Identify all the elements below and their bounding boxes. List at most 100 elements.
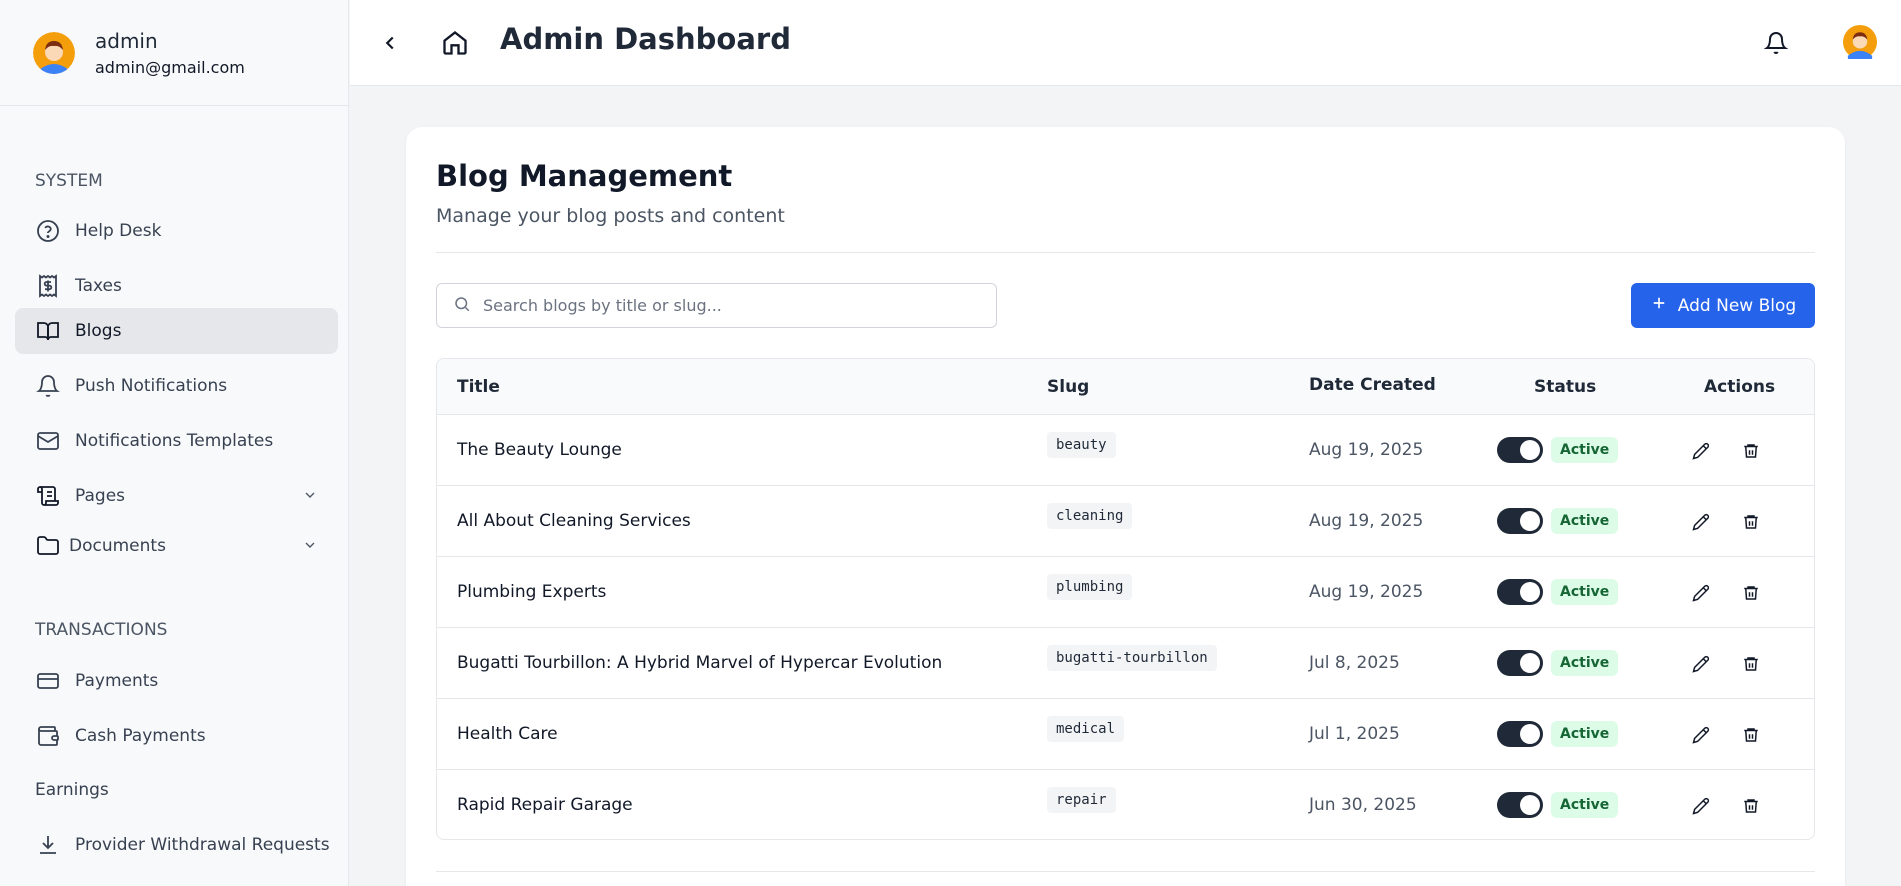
search-box[interactable] xyxy=(436,283,997,328)
edit-button[interactable] xyxy=(1689,652,1713,676)
chevron-left-icon xyxy=(385,36,394,50)
delete-button[interactable] xyxy=(1739,510,1763,534)
sidebar-item-label: Payments xyxy=(75,671,159,691)
blogs-table: Title Slug Date Created Status Actions T… xyxy=(436,358,1815,840)
add-new-blog-label: Add New Blog xyxy=(1677,295,1797,316)
status-toggle[interactable] xyxy=(1497,579,1543,605)
edit-button[interactable] xyxy=(1689,723,1713,747)
sidebar-item-label: Push Notifications xyxy=(75,376,228,396)
trash-icon xyxy=(1744,728,1758,742)
toggle-knob xyxy=(1520,724,1540,744)
pencil-icon xyxy=(1692,584,1710,602)
delete-button[interactable] xyxy=(1739,723,1763,747)
notifications-button[interactable] xyxy=(1761,28,1791,58)
bell-icon xyxy=(35,373,61,399)
delete-button[interactable] xyxy=(1739,794,1763,818)
add-new-blog-button[interactable]: Add New Blog xyxy=(1631,283,1815,328)
toggle-knob xyxy=(1520,582,1540,602)
table-row: Bugatti Tourbillon: A Hybrid Marvel of H… xyxy=(437,628,1814,699)
table-row: Rapid Repair Garage repair Jun 30, 2025 … xyxy=(437,770,1814,839)
column-header-date-created: Date Created xyxy=(1309,375,1436,395)
blog-date-created: Jul 8, 2025 xyxy=(1309,653,1400,673)
sidebar-item-label: Cash Payments xyxy=(75,726,206,746)
divider xyxy=(436,252,1815,253)
blog-slug: plumbing xyxy=(1047,574,1133,600)
trash-icon xyxy=(1744,657,1758,671)
edit-button[interactable] xyxy=(1689,439,1713,463)
status-toggle[interactable] xyxy=(1497,650,1543,676)
status-badge: Active xyxy=(1551,437,1619,463)
blog-title: Plumbing Experts xyxy=(457,582,607,602)
sidebar-item-earnings[interactable]: Earnings xyxy=(35,780,109,800)
page-title: Admin Dashboard xyxy=(500,22,791,56)
table-row: Health Care medical Jul 1, 2025 Active xyxy=(437,699,1814,770)
receipt-dollar-icon xyxy=(35,273,61,299)
table-row: All About Cleaning Services cleaning Aug… xyxy=(437,486,1814,557)
sidebar-item-label: Pages xyxy=(75,486,126,506)
table-header: Title Slug Date Created Status Actions xyxy=(437,359,1814,415)
blog-slug: bugatti-tourbillon xyxy=(1047,645,1217,671)
sidebar-item-provider-withdrawal-requests[interactable]: Provider Withdrawal Requests xyxy=(15,822,338,868)
delete-button[interactable] xyxy=(1739,439,1763,463)
status-toggle[interactable] xyxy=(1497,792,1543,818)
blog-title: Rapid Repair Garage xyxy=(457,795,633,815)
status-toggle[interactable] xyxy=(1497,437,1543,463)
column-header-actions: Actions xyxy=(1704,377,1776,397)
card-title: Blog Management xyxy=(436,159,733,193)
plus-icon xyxy=(1650,294,1668,317)
toggle-knob xyxy=(1520,795,1540,815)
sidebar-item-label: Provider Withdrawal Requests xyxy=(75,835,330,855)
user-profile[interactable]: admin admin@gmail.com xyxy=(0,0,348,106)
blog-date-created: Jul 1, 2025 xyxy=(1309,724,1400,744)
pencil-icon xyxy=(1692,726,1710,744)
edit-button[interactable] xyxy=(1689,794,1713,818)
sidebar: admin admin@gmail.com SYSTEM Help Desk T… xyxy=(0,0,349,886)
status-badge: Active xyxy=(1551,508,1619,534)
blog-management-card: Blog Management Manage your blog posts a… xyxy=(406,127,1845,886)
toggle-knob xyxy=(1520,511,1540,531)
mail-icon xyxy=(35,428,61,454)
pencil-icon xyxy=(1692,442,1710,460)
section-title-system: SYSTEM xyxy=(35,171,103,191)
sidebar-item-pages[interactable]: Pages xyxy=(15,473,338,519)
download-icon xyxy=(35,832,61,858)
trash-icon xyxy=(1744,799,1758,813)
back-button[interactable] xyxy=(376,29,404,57)
sidebar-item-taxes[interactable]: Taxes xyxy=(15,263,338,309)
blog-title: All About Cleaning Services xyxy=(457,511,691,531)
status-badge: Active xyxy=(1551,650,1619,676)
user-name: admin xyxy=(95,29,158,53)
sidebar-item-push-notifications[interactable]: Push Notifications xyxy=(15,363,338,409)
search-input[interactable] xyxy=(483,296,963,315)
edit-button[interactable] xyxy=(1689,510,1713,534)
sidebar-item-blogs[interactable]: Blogs xyxy=(15,308,338,354)
toggle-knob xyxy=(1520,653,1540,673)
sidebar-item-cash-payments[interactable]: Cash Payments xyxy=(15,713,338,759)
delete-button[interactable] xyxy=(1739,581,1763,605)
blog-slug: repair xyxy=(1047,787,1116,813)
sidebar-item-help-desk[interactable]: Help Desk xyxy=(15,208,338,254)
pencil-icon xyxy=(1692,513,1710,531)
wallet-icon xyxy=(35,723,61,749)
blog-slug: cleaning xyxy=(1047,503,1133,529)
sidebar-item-payments[interactable]: Payments xyxy=(15,658,338,704)
divider xyxy=(436,871,1815,872)
sidebar-item-notifications-templates[interactable]: Notifications Templates xyxy=(15,418,338,464)
blog-slug: beauty xyxy=(1047,432,1116,458)
trash-icon xyxy=(1744,586,1758,600)
pencil-icon xyxy=(1692,655,1710,673)
blog-title: Health Care xyxy=(457,724,558,744)
scroll-icon xyxy=(35,483,61,509)
search-icon xyxy=(453,295,471,317)
delete-button[interactable] xyxy=(1739,652,1763,676)
header-avatar[interactable] xyxy=(1843,25,1877,59)
home-button[interactable] xyxy=(439,27,471,59)
blog-date-created: Aug 19, 2025 xyxy=(1309,582,1424,602)
status-toggle[interactable] xyxy=(1497,721,1543,747)
blog-title: The Beauty Lounge xyxy=(457,440,622,460)
status-toggle[interactable] xyxy=(1497,508,1543,534)
sidebar-item-documents[interactable]: Documents xyxy=(15,523,338,569)
pencil-icon xyxy=(1692,797,1710,815)
edit-button[interactable] xyxy=(1689,581,1713,605)
section-title-transactions: TRANSACTIONS xyxy=(35,620,168,640)
